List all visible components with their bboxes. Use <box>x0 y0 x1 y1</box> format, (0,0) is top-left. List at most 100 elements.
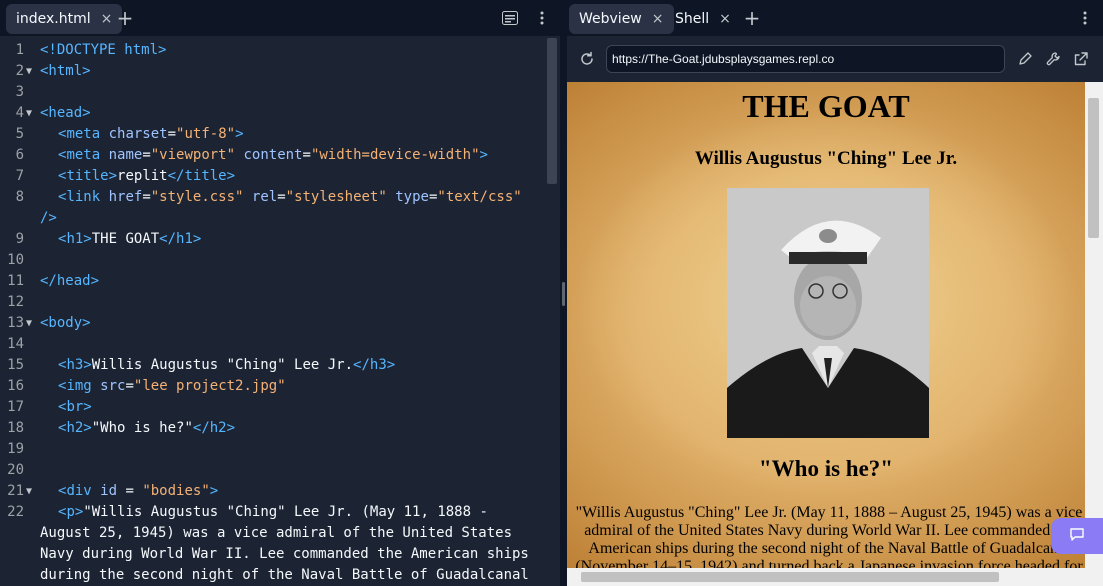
line-number: 14 <box>7 336 24 352</box>
code-line: 5 <meta charset="utf-8"> <box>0 124 560 145</box>
resize-handle[interactable] <box>562 282 565 306</box>
line-number: 12 <box>7 294 24 310</box>
code-text: <p>"Willis Augustus "Ching" Lee Jr. (May… <box>58 504 488 520</box>
line-number: 11 <box>7 273 24 289</box>
code-line: 19 <box>0 439 560 460</box>
url-toolbar: https://The-Goat.jdubsplaysgames.repl.co <box>567 36 1103 82</box>
line-number: 8 <box>15 189 24 205</box>
more-options-icon[interactable] <box>1073 6 1097 30</box>
code-text: <body> <box>40 315 91 331</box>
code-text: during the second night of the Naval Bat… <box>40 567 529 583</box>
code-line: 17 <br> <box>0 397 560 418</box>
code-line: 14 <box>0 334 560 355</box>
line-number: 4 <box>15 105 24 121</box>
code-line: 21 ▼ <div id = "bodies"> <box>0 481 560 502</box>
devtools-wrench-icon[interactable] <box>1041 47 1065 71</box>
fold-arrow-icon[interactable]: ▼ <box>26 313 38 334</box>
code-text: <!DOCTYPE html> <box>40 42 167 58</box>
chat-button[interactable] <box>1051 518 1103 554</box>
preview-pane: Webview × Shell × + https://The-Goat.jdu… <box>567 0 1103 586</box>
webview-horizontal-scrollbar[interactable] <box>567 568 1085 586</box>
scrollbar-thumb[interactable] <box>1088 98 1099 238</box>
code-line: /> <box>0 208 560 229</box>
code-line: 8 <link href="style.css" rel="stylesheet"… <box>0 187 560 208</box>
pane-divider[interactable] <box>560 0 567 586</box>
webview-vertical-scrollbar[interactable] <box>1085 82 1103 586</box>
code-line: 3 <box>0 82 560 103</box>
reload-icon[interactable] <box>575 47 599 71</box>
tab-label: index.html <box>16 11 91 27</box>
code-line: 12 <box>0 292 560 313</box>
code-editor[interactable]: 1 <!DOCTYPE html> 2 ▼ <html> 3 4 ▼ <head> 5 <m… <box>0 36 560 586</box>
line-number: 6 <box>15 147 24 163</box>
code-line: 2 ▼ <html> <box>0 61 560 82</box>
line-number: 16 <box>7 378 24 394</box>
close-tab-icon[interactable]: × <box>101 11 113 27</box>
code-line: 22 <p>"Willis Augustus "Ching" Lee Jr. (M… <box>0 502 560 523</box>
bio-paragraph: "Willis Augustus "Ching" Lee Jr. (May 11… <box>575 504 1083 568</box>
url-input[interactable]: https://The-Goat.jdubsplaysgames.repl.co <box>606 45 1005 73</box>
replit-workspace: index.html × + 1 <!DOCTYPE html> 2 ▼ <html>… <box>0 0 1103 586</box>
code-line: 9 <h1>THE GOAT</h1> <box>0 229 560 250</box>
code-text: <h2>"Who is he?"</h2> <box>58 420 236 436</box>
line-number: 10 <box>7 252 24 268</box>
open-in-new-tab-icon[interactable] <box>1069 47 1093 71</box>
more-options-icon[interactable] <box>530 6 554 30</box>
tab-label: Webview <box>579 11 642 27</box>
code-text: <h3>Willis Augustus "Ching" Lee Jr.</h3> <box>58 357 396 373</box>
code-line: during the second night of the Naval Bat… <box>0 565 560 586</box>
line-number: 22 <box>7 504 24 520</box>
line-number: 9 <box>15 231 24 247</box>
code-line: 18 <h2>"Who is he?"</h2> <box>0 418 560 439</box>
line-number: 18 <box>7 420 24 436</box>
line-number: 15 <box>7 357 24 373</box>
code-line: 7 <title>replit</title> <box>0 166 560 187</box>
tab-shell[interactable]: Shell × <box>665 4 741 34</box>
code-line: 4 ▼ <head> <box>0 103 560 124</box>
editor-scrollbar[interactable] <box>547 38 557 184</box>
code-text: <meta name="viewport" content="width=dev… <box>58 147 488 163</box>
code-text: <br> <box>58 399 92 415</box>
edit-icon[interactable] <box>1013 47 1037 71</box>
code-text: <title>replit</title> <box>58 168 236 184</box>
fold-arrow-icon[interactable]: ▼ <box>26 103 38 124</box>
fold-arrow-icon[interactable]: ▼ <box>26 61 38 82</box>
format-icon[interactable] <box>498 6 522 30</box>
code-text: August 25, 1945) was a vice admiral of t… <box>40 525 513 541</box>
tab-label: Shell <box>675 11 710 27</box>
line-number: 2 <box>15 63 24 79</box>
line-number: 13 <box>7 315 24 331</box>
code-text: <meta charset="utf-8"> <box>58 126 244 142</box>
add-tab-icon[interactable]: + <box>739 6 765 32</box>
close-tab-icon[interactable]: × <box>719 11 731 27</box>
portrait-photo <box>727 188 929 438</box>
page-heading: THE GOAT <box>742 88 910 124</box>
webview-frame[interactable]: THE GOAT Willis Augustus "Ching" Lee Jr. <box>567 82 1085 568</box>
scrollbar-thumb[interactable] <box>581 572 999 582</box>
line-number: 3 <box>15 84 24 100</box>
fold-arrow-icon[interactable]: ▼ <box>26 481 38 502</box>
line-number: 17 <box>7 399 24 415</box>
code-line: 1 <!DOCTYPE html> <box>0 40 560 61</box>
close-tab-icon[interactable]: × <box>652 11 664 27</box>
code-text: /> <box>40 210 57 226</box>
code-line: August 25, 1945) was a vice admiral of t… <box>0 523 560 544</box>
code-line: 11 </head> <box>0 271 560 292</box>
line-number: 21 <box>7 483 24 499</box>
code-line: 16 <img src="lee project2.jpg" <box>0 376 560 397</box>
code-line: 13 ▼ <body> <box>0 313 560 334</box>
tab-index-html[interactable]: index.html × <box>6 4 123 34</box>
code-text: <link href="style.css" rel="stylesheet" … <box>58 189 522 205</box>
editor-tabbar: index.html × + <box>0 0 560 36</box>
tab-webview[interactable]: Webview × <box>569 4 674 34</box>
code-line: Navy during World War II. Lee commanded … <box>0 544 560 565</box>
page-subheading: Willis Augustus "Ching" Lee Jr. <box>694 148 958 169</box>
preview-tabbar: Webview × Shell × + <box>567 0 1103 36</box>
add-tab-icon[interactable]: + <box>112 6 138 32</box>
line-number: 20 <box>7 462 24 478</box>
code-text: <head> <box>40 105 91 121</box>
code-text: <html> <box>40 63 91 79</box>
code-line: 6 <meta name="viewport" content="width=de… <box>0 145 560 166</box>
code-text: <img src="lee project2.jpg" <box>58 378 286 394</box>
code-text: <h1>THE GOAT</h1> <box>58 231 202 247</box>
